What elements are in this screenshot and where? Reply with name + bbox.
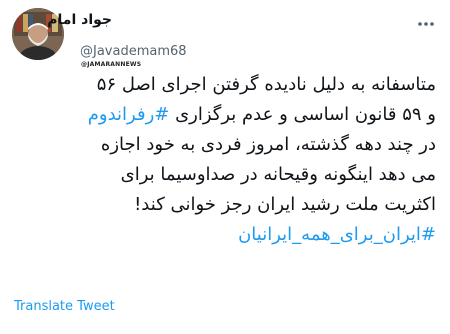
tweet-line: اکثریت ملت رشید ایران رجز خوانی کند! — [134, 194, 436, 215]
tweet-text: متاسفانه به دلیل نادیده گرفتن اجرای اصل … — [12, 70, 436, 250]
translate-tweet-link[interactable]: Translate Tweet — [14, 299, 115, 314]
more-options-icon[interactable] — [416, 14, 436, 34]
tweet-line: می دهد اینگونه وقیحانه در صداوسیما برای — [120, 164, 436, 185]
tweet-line: متاسفانه به دلیل نادیده گرفتن اجرای اصل … — [96, 74, 436, 95]
hashtag-referendum[interactable]: #رفراندوم — [88, 104, 170, 125]
watermark: @JAMARANNEWS — [81, 61, 142, 68]
tweet-header: جواد امام @Javademam68 @JAMARANNEWS — [0, 0, 450, 70]
tweet-line: و ۵۹ قانون اساسی و عدم برگزاری #رفراندوم — [12, 100, 436, 130]
tweet-line-text: و ۵۹ قانون اساسی و عدم برگزاری — [175, 104, 436, 125]
tweet-line: در چند دهه گذشته، امروز فردی به خود اجاز… — [100, 134, 436, 155]
author-display-name[interactable]: جواد امام — [47, 12, 112, 28]
hashtag-iran-for-all[interactable]: #ایران_برای_همه_ایرانیان — [12, 220, 436, 250]
author-handle[interactable]: @Javademam68 — [80, 44, 187, 59]
